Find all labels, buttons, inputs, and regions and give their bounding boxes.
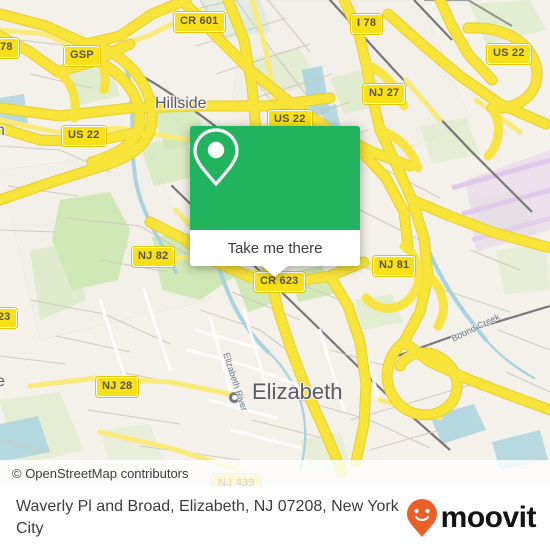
road-shield: CR 623 (0, 308, 17, 328)
road-shield: 78 (0, 38, 19, 58)
road-shield: GSP (64, 46, 100, 66)
footer-bar: Waverly Pl and Broad, Elizabeth, NJ 0720… (0, 486, 550, 550)
callout-pin-area (190, 126, 360, 230)
place-label-clipped-left-bottom: e (0, 373, 5, 390)
osm-attribution-text: © OpenStreetMap contributors (12, 465, 189, 481)
moovit-smiley-pin-icon (406, 499, 437, 537)
take-me-there-label: Take me there (227, 239, 323, 257)
road-shield: US 22 (487, 44, 531, 64)
map-canvas[interactable]: .mjr{fill:none;stroke:#f8e339;stroke-wid… (0, 0, 550, 486)
road-shield: CR 601 (174, 12, 225, 32)
road-shield: NJ 28 (96, 377, 139, 397)
road-shield: NJ 27 (363, 84, 406, 104)
moovit-map-screenshot: .mjr{fill:none;stroke:#f8e339;stroke-wid… (0, 0, 550, 550)
road-shield: NJ 81 (373, 256, 416, 276)
place-label-hillside: Hillside (155, 95, 207, 112)
place-label-elizabeth: Elizabeth (252, 379, 343, 404)
road-shield: I 78 (351, 14, 383, 34)
take-me-there-button[interactable]: Take me there (190, 230, 360, 266)
road-shield: NJ 82 (132, 247, 175, 267)
map-pin-icon (193, 128, 239, 187)
map-attribution-bar: © OpenStreetMap contributors (0, 460, 550, 486)
place-label-clipped-left-top: n (0, 122, 5, 139)
moovit-brand[interactable]: moovit (406, 498, 537, 538)
callout-pointer (262, 266, 288, 277)
address-text: Waverly Pl and Broad, Elizabeth, NJ 0720… (16, 498, 399, 537)
destination-callout-card[interactable]: Take me there (190, 126, 360, 277)
moovit-wordmark: moovit (440, 501, 537, 534)
road-shield: US 22 (62, 126, 106, 146)
